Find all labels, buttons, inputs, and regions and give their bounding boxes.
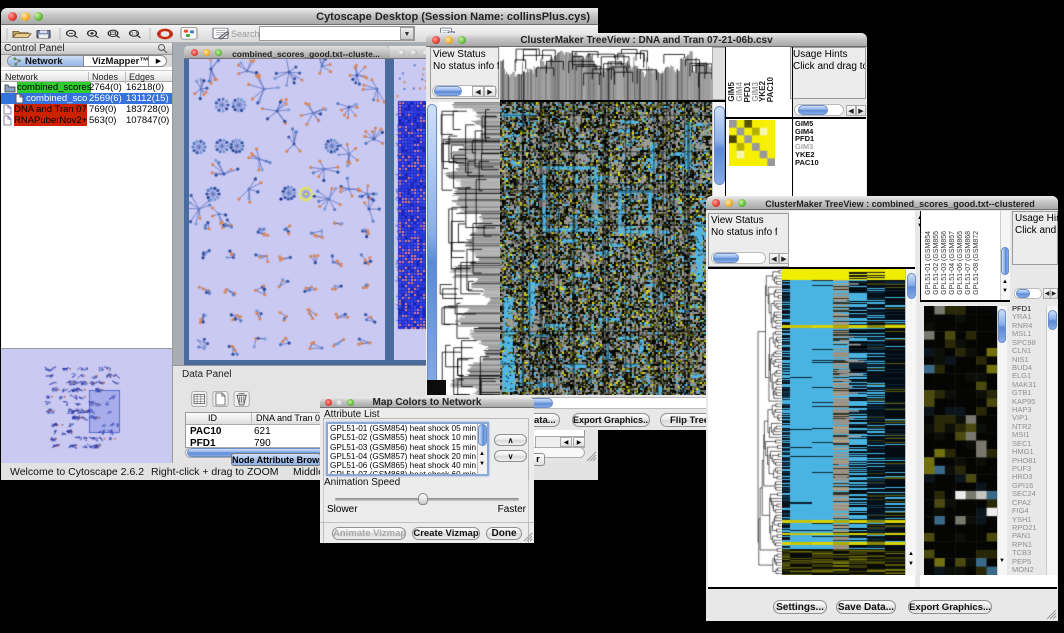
- svg-text:1:1: 1:1: [131, 32, 139, 36]
